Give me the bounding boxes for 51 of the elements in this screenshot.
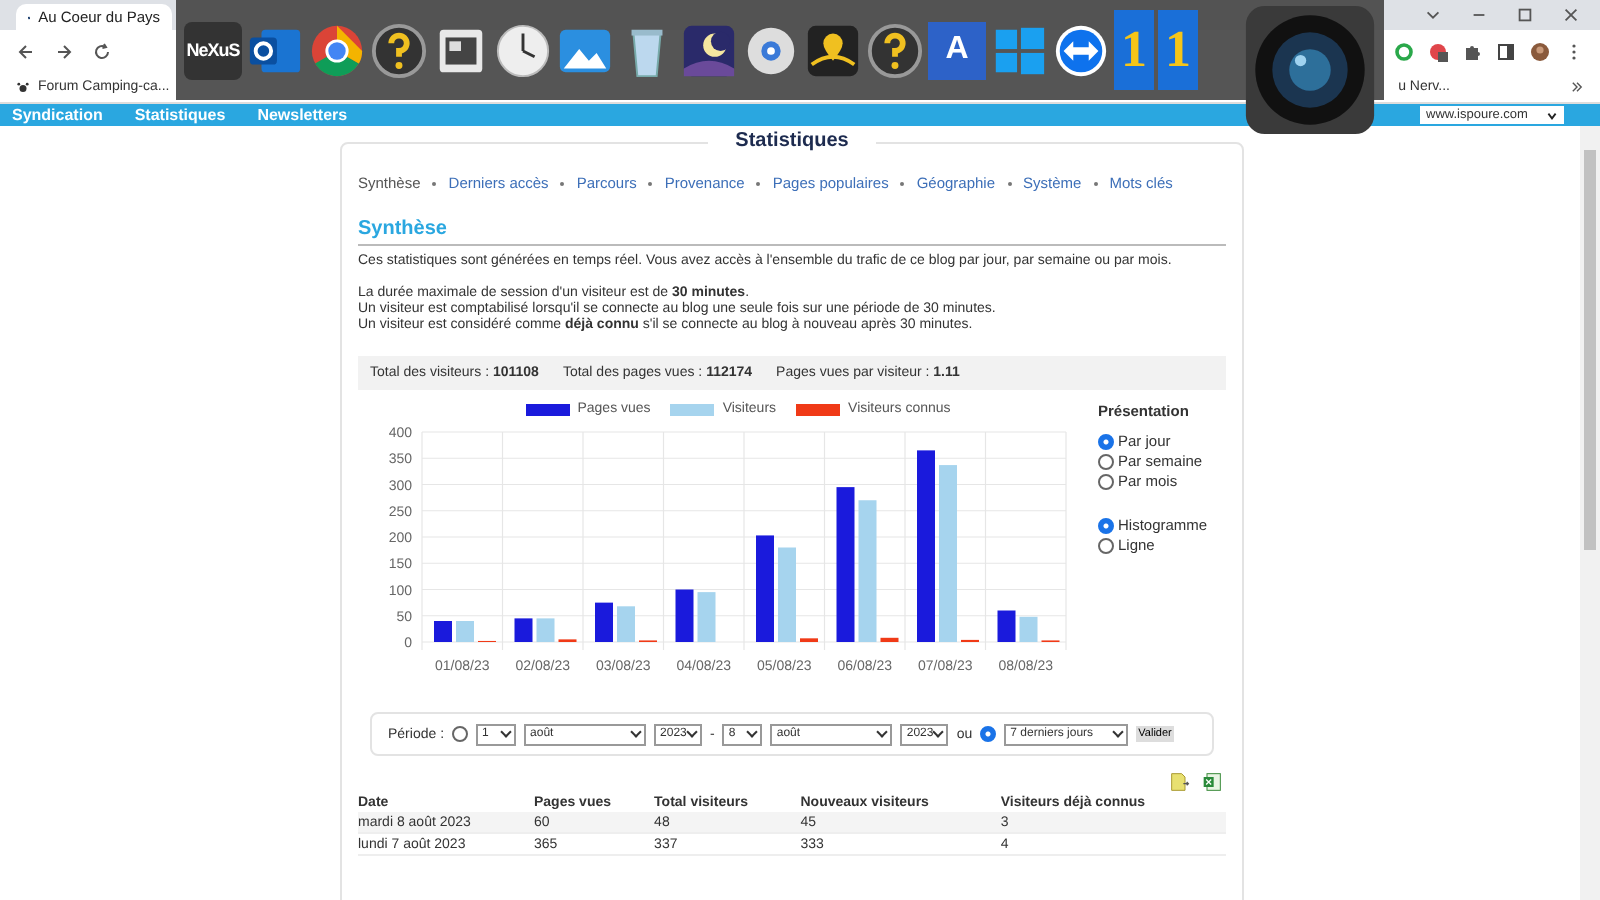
ring-icon[interactable] bbox=[1394, 41, 1414, 61]
paw-icon bbox=[16, 80, 30, 94]
chart-bar bbox=[617, 606, 635, 642]
camera-lens-icon[interactable] bbox=[1244, 4, 1376, 136]
chart-bar bbox=[1019, 616, 1038, 642]
document-export-icon[interactable] bbox=[1170, 772, 1190, 792]
caret-icon bbox=[1546, 109, 1558, 121]
question-mark-icon[interactable] bbox=[370, 21, 428, 79]
chart-bar bbox=[880, 637, 899, 642]
chart-bar bbox=[434, 621, 452, 642]
scroll-thumb[interactable] bbox=[1584, 150, 1596, 550]
night-sky-icon[interactable] bbox=[680, 21, 738, 79]
maximize-icon[interactable] bbox=[1516, 6, 1534, 24]
puzzle-icon[interactable] bbox=[1462, 41, 1482, 61]
chart-bar bbox=[595, 602, 613, 642]
scrollbar[interactable] bbox=[1580, 126, 1600, 900]
chart-bar bbox=[514, 618, 533, 642]
close-icon[interactable] bbox=[1562, 6, 1580, 24]
card-title: Statistiques bbox=[708, 130, 876, 152]
chart-bar bbox=[697, 592, 716, 642]
spreadsheet-export-icon[interactable] bbox=[1202, 772, 1222, 792]
chart-bar bbox=[756, 535, 774, 642]
chart-bar bbox=[675, 589, 694, 642]
question-mark-icon[interactable] bbox=[866, 21, 924, 79]
chart-bar bbox=[456, 621, 474, 642]
app-tile[interactable]: A bbox=[928, 21, 986, 79]
chart-bar bbox=[858, 500, 877, 642]
separator-dot bbox=[1093, 181, 1098, 185]
chevron-down-icon[interactable] bbox=[1424, 6, 1442, 24]
clock-icon[interactable] bbox=[494, 21, 552, 79]
chart-bar bbox=[536, 618, 555, 642]
avatar-icon[interactable] bbox=[1530, 41, 1550, 61]
preset-radio[interactable] bbox=[980, 726, 997, 742]
back-arrow-icon[interactable] bbox=[16, 41, 36, 61]
range-radio[interactable] bbox=[452, 726, 469, 742]
extension-badge-icon[interactable] bbox=[1428, 41, 1448, 61]
separator-dot bbox=[900, 181, 905, 185]
section-title: Synthèse bbox=[358, 218, 1226, 246]
separator-dot bbox=[1007, 181, 1012, 185]
separator-dot bbox=[560, 181, 565, 185]
separator-dot bbox=[648, 181, 653, 185]
chart-bar bbox=[997, 610, 1016, 642]
double-chevron-icon[interactable] bbox=[1570, 80, 1584, 94]
dock-app-tile[interactable]: NeXuS bbox=[184, 21, 242, 79]
separator-dot bbox=[756, 181, 761, 185]
side-panel-icon[interactable] bbox=[1496, 41, 1516, 61]
separator-dot bbox=[432, 181, 437, 185]
forward-arrow-icon[interactable] bbox=[54, 41, 74, 61]
reload-icon[interactable] bbox=[92, 41, 112, 61]
chart-bar bbox=[778, 547, 796, 642]
browser-app-icon[interactable] bbox=[308, 21, 366, 79]
